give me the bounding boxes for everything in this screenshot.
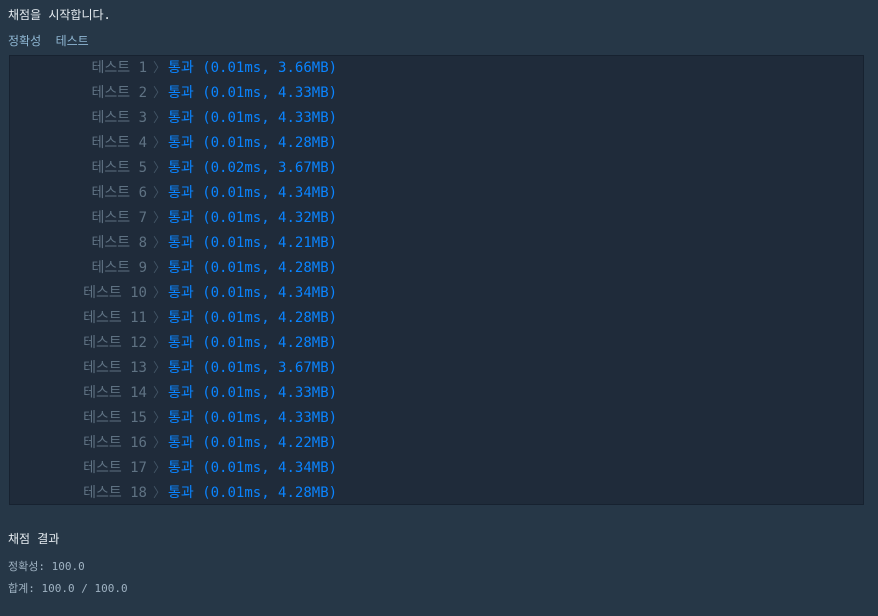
test-result-value: 통과 (0.01ms, 4.33MB) xyxy=(168,385,338,401)
chevron-right-icon: 〉 xyxy=(153,411,167,426)
test-name-cell: 테스트 2 xyxy=(10,81,148,106)
test-name: 테스트 18 xyxy=(83,485,147,501)
test-name: 테스트 15 xyxy=(83,410,147,426)
test-name-cell: 테스트 1 xyxy=(10,56,148,81)
chevron-right-icon: 〉 xyxy=(153,161,167,176)
chevron-right-icon: 〉 xyxy=(153,286,167,301)
test-name: 테스트 3 xyxy=(91,110,148,126)
test-name-cell: 테스트 7 xyxy=(10,206,148,231)
chevron-right-icon: 〉 xyxy=(153,311,167,326)
test-name: 테스트 17 xyxy=(83,460,147,476)
test-name-cell: 테스트 5 xyxy=(10,156,148,181)
test-name-cell: 테스트 11 xyxy=(10,306,147,331)
test-name: 테스트 5 xyxy=(91,160,148,176)
chevron-right-icon: 〉 xyxy=(153,61,167,76)
test-name: 테스트 11 xyxy=(83,310,147,326)
chevron-right-icon: 〉 xyxy=(153,361,167,376)
test-result-value: 통과 (0.01ms, 4.28MB) xyxy=(168,135,338,151)
test-name-cell: 테스트 16 xyxy=(10,431,147,456)
test-result-value: 통과 (0.01ms, 4.34MB) xyxy=(168,185,338,201)
test-result-value: 통과 (0.01ms, 3.67MB) xyxy=(168,360,338,376)
test-result-value: 통과 (0.01ms, 4.33MB) xyxy=(168,410,338,426)
test-name-cell: 테스트 8 xyxy=(10,231,148,256)
test-name: 테스트 12 xyxy=(83,335,147,351)
chevron-right-icon: 〉 xyxy=(153,436,167,451)
chevron-right-icon: 〉 xyxy=(153,261,167,276)
test-name-cell: 테스트 6 xyxy=(10,181,148,206)
test-name-cell: 테스트 14 xyxy=(10,381,147,406)
test-result-value: 통과 (0.01ms, 4.28MB) xyxy=(168,335,338,351)
test-name-cell: 테스트 4 xyxy=(10,131,148,156)
chevron-right-icon: 〉 xyxy=(153,486,167,501)
test-name-cell: 테스트 3 xyxy=(10,106,148,131)
test-name-cell: 테스트 15 xyxy=(10,406,147,431)
test-name: 테스트 14 xyxy=(83,385,147,401)
test-result-value: 통과 (0.01ms, 4.28MB) xyxy=(168,260,338,276)
test-result-value: 통과 (0.01ms, 4.34MB) xyxy=(168,285,338,301)
test-name: 테스트 4 xyxy=(91,135,148,151)
test-name-cell: 테스트 9 xyxy=(10,256,148,281)
test-name: 테스트 10 xyxy=(83,285,147,301)
test-result-value: 통과 (0.02ms, 3.67MB) xyxy=(168,160,338,176)
chevron-right-icon: 〉 xyxy=(153,236,167,251)
test-result-value: 통과 (0.01ms, 4.32MB) xyxy=(168,210,338,226)
test-result-value: 통과 (0.01ms, 3.66MB) xyxy=(168,60,338,76)
chevron-right-icon: 〉 xyxy=(153,111,167,126)
accuracy-test-title: 정확성 테스트 xyxy=(8,34,89,48)
test-result-value: 통과 (0.01ms, 4.33MB) xyxy=(168,85,338,101)
accuracy-score: 정확성: 100.0 xyxy=(8,560,85,573)
test-name: 테스트 1 xyxy=(91,60,148,76)
test-name-cell: 테스트 12 xyxy=(10,331,147,356)
test-name-cell: 테스트 17 xyxy=(10,456,147,481)
test-name-cell: 테스트 10 xyxy=(10,281,147,306)
summary-title: 채점 결과 xyxy=(8,532,60,546)
test-result-value: 통과 (0.01ms, 4.28MB) xyxy=(168,310,338,326)
test-name-cell: 테스트 13 xyxy=(10,356,147,381)
chevron-right-icon: 〉 xyxy=(153,461,167,476)
test-name: 테스트 8 xyxy=(91,235,148,251)
chevron-right-icon: 〉 xyxy=(153,86,167,101)
chevron-right-icon: 〉 xyxy=(153,336,167,351)
test-result-value: 통과 (0.01ms, 4.34MB) xyxy=(168,460,338,476)
test-result-value: 통과 (0.01ms, 4.33MB) xyxy=(168,110,338,126)
chevron-right-icon: 〉 xyxy=(153,136,167,151)
test-name: 테스트 2 xyxy=(91,85,148,101)
test-result-value: 통과 (0.01ms, 4.28MB) xyxy=(168,485,338,501)
test-result-value: 통과 (0.01ms, 4.22MB) xyxy=(168,435,338,451)
test-name: 테스트 9 xyxy=(91,260,148,276)
chevron-right-icon: 〉 xyxy=(153,211,167,226)
test-result-value: 통과 (0.01ms, 4.21MB) xyxy=(168,235,338,251)
test-results-panel[interactable]: 테스트 1 〉 통과 (0.01ms, 3.66MB) 테스트 2 〉 통과 (0.01m… xyxy=(9,55,864,505)
test-name: 테스트 13 xyxy=(83,360,147,376)
test-name: 테스트 6 xyxy=(91,185,148,201)
total-score: 합계: 100.0 / 100.0 xyxy=(8,582,128,595)
chevron-right-icon: 〉 xyxy=(153,186,167,201)
test-name: 테스트 7 xyxy=(91,210,148,226)
test-name-cell: 테스트 18 xyxy=(10,481,147,506)
start-message: 채점을 시작합니다. xyxy=(8,8,111,22)
chevron-right-icon: 〉 xyxy=(153,386,167,401)
test-name: 테스트 16 xyxy=(83,435,147,451)
